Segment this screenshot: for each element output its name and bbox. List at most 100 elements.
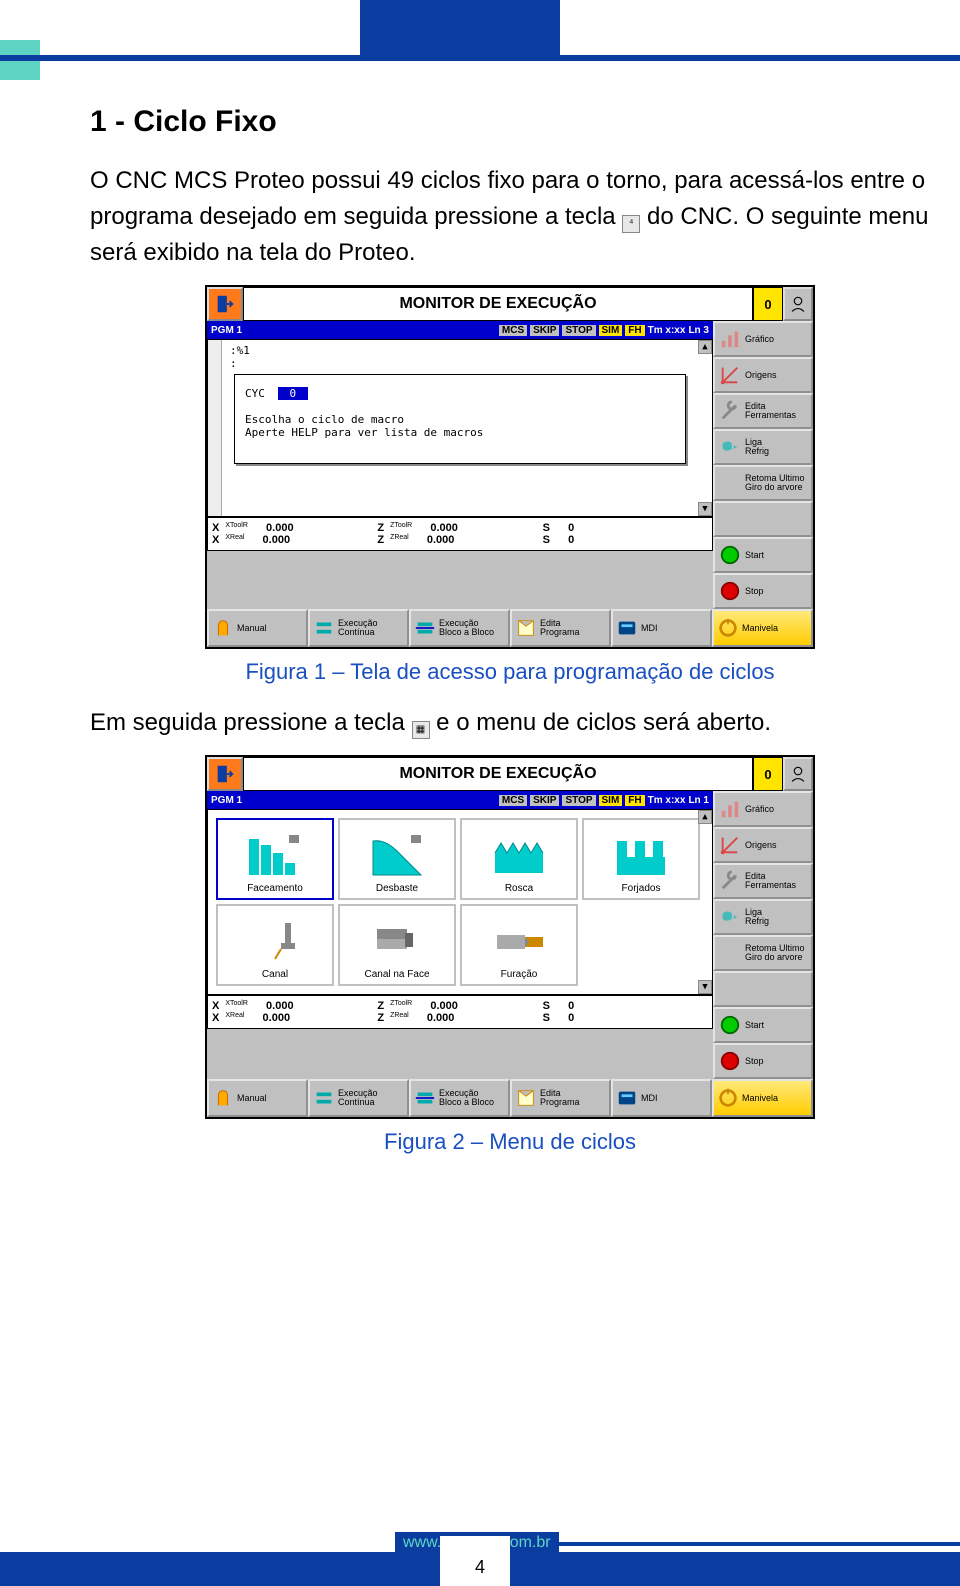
cyc-dialog: CYC 0 Escolha o ciclo de macro Aperte HE… [234,374,686,464]
grafico-icon [719,798,741,820]
scroll-up-icon[interactable]: ▲ [698,340,712,354]
side-button-origens[interactable]: Origens [713,357,813,393]
edita-ferramentas-icon [719,400,741,422]
page-header-decoration [0,0,960,95]
manivela-icon [717,1087,739,1109]
status-bar: PGM 1 MCS SKIP STOP SIM FH Tm x:xx Ln 1 [207,791,713,809]
desbaste-icon [367,833,427,879]
bottom-button-mdi[interactable]: MDI [611,609,712,647]
coordinates-readout: XXToolR 0.000 XXReal 0.000 ZZToolR 0.000… [207,517,713,551]
cycle-button-desbaste[interactable]: Desbaste [338,818,456,900]
edita-programa-icon [515,1087,537,1109]
exec-continua-icon [313,1087,335,1109]
side-button-stop[interactable]: Stop [713,573,813,609]
side-button-origens[interactable]: Origens [713,827,813,863]
mdi-icon [616,617,638,639]
alarm-count: 0 [753,757,783,791]
operator-icon [783,287,813,321]
side-button-stop[interactable]: Stop [713,1043,813,1079]
edita-ferramentas-icon [719,870,741,892]
liga-refrig-icon [719,906,741,928]
cycle-button-rosca[interactable]: Rosca [460,818,578,900]
page-footer-decoration: www.mcseng.com.br 4 [0,1516,960,1586]
bottom-button-exec-continua[interactable]: ExecuçãoContínua [308,609,409,647]
side-button-blank [713,501,813,537]
furacao-icon [489,919,549,965]
start-icon [719,544,741,566]
manivela-icon [717,617,739,639]
manual-icon [212,617,234,639]
blank-icon [719,978,741,1000]
bottom-button-edita-programa[interactable]: EditaPrograma [510,1079,611,1117]
side-button-liga-refrig[interactable]: LigaRefrig [713,899,813,935]
key-icon-f4: ⁴ [622,215,640,233]
bottom-button-manual[interactable]: Manual [207,1079,308,1117]
bottom-button-exec-bloco[interactable]: ExecuçãoBloco a Bloco [409,609,510,647]
side-button-retoma[interactable]: Retoma UltimoGiro do arvore [713,465,813,501]
right-toolbar: GráficoOrigensEditaFerramentasLigaRefrig… [713,791,813,1079]
canal-face-icon [367,919,427,965]
cnc-screenshot-2: MONITOR DE EXECUÇÃO 0 PGM 1 MCS SKIP STO… [205,755,815,1119]
page-number: 4 [0,1557,960,1578]
stop-icon [719,1050,741,1072]
manual-icon [212,1087,234,1109]
side-button-start[interactable]: Start [713,1007,813,1043]
bottom-button-exec-continua[interactable]: ExecuçãoContínua [308,1079,409,1117]
scroll-down-icon[interactable]: ▼ [698,502,712,516]
cycle-button-forjados[interactable]: Forjados [582,818,700,900]
cycle-button-canal-face[interactable]: Canal na Face [338,904,456,986]
bottom-button-manual[interactable]: Manual [207,609,308,647]
operator-icon [783,757,813,791]
exec-continua-icon [313,617,335,639]
forjados-icon [611,833,671,879]
cyc-input[interactable]: 0 [278,387,309,400]
origens-icon [719,834,741,856]
retoma-icon [719,472,741,494]
bottom-button-manivela[interactable]: Manivela [712,1079,813,1117]
exit-button[interactable] [207,287,243,321]
bottom-button-edita-programa[interactable]: EditaPrograma [510,609,611,647]
figure-caption-2: Figura 2 – Menu de ciclos [90,1129,930,1155]
alarm-count: 0 [753,287,783,321]
stop-icon [719,580,741,602]
side-button-edita-ferramentas[interactable]: EditaFerramentas [713,863,813,899]
rosca-icon [489,833,549,879]
figure-caption-1: Figura 1 – Tela de acesso para programaç… [90,659,930,685]
program-editor[interactable]: ▲ ▼ :%1 : CYC 0 Escolha o ciclo de macro… [207,339,713,517]
cycle-menu: ▲ ▼ FaceamentoDesbasteRoscaForjados Canal… [207,809,713,995]
side-button-blank [713,971,813,1007]
side-button-retoma[interactable]: Retoma UltimoGiro do arvore [713,935,813,971]
exec-bloco-icon [414,1087,436,1109]
side-button-start[interactable]: Start [713,537,813,573]
liga-refrig-icon [719,436,741,458]
side-button-edita-ferramentas[interactable]: EditaFerramentas [713,393,813,429]
paragraph-2: Em seguida pressione a tecla ▦ e o menu … [90,705,930,741]
bottom-button-mdi[interactable]: MDI [611,1079,712,1117]
status-bar: PGM 1 MCS SKIP STOP SIM FH Tm x:xx Ln 3 [207,321,713,339]
coordinates-readout: XXToolR 0.000 XXReal 0.000 ZZToolR 0.000… [207,995,713,1029]
bottom-button-manivela[interactable]: Manivela [712,609,813,647]
right-toolbar: GráficoOrigensEditaFerramentasLigaRefrig… [713,321,813,609]
origens-icon [719,364,741,386]
bottom-toolbar: ManualExecuçãoContínuaExecuçãoBloco a Bl… [207,609,813,647]
mdi-icon [616,1087,638,1109]
faceamento-icon [245,833,305,879]
section-heading: 1 - Ciclo Fixo [90,105,930,139]
exit-button[interactable] [207,757,243,791]
scroll-up-icon[interactable]: ▲ [698,810,712,824]
cycle-button-faceamento[interactable]: Faceamento [216,818,334,900]
bottom-button-exec-bloco[interactable]: ExecuçãoBloco a Bloco [409,1079,510,1117]
scroll-down-icon[interactable]: ▼ [698,980,712,994]
side-button-liga-refrig[interactable]: LigaRefrig [713,429,813,465]
grafico-icon [719,328,741,350]
side-button-grafico[interactable]: Gráfico [713,791,813,827]
start-icon [719,1014,741,1036]
canal-icon [245,919,305,965]
cycle-button-canal[interactable]: Canal [216,904,334,986]
exec-bloco-icon [414,617,436,639]
cycle-button-furacao[interactable]: Furação [460,904,578,986]
title-bar: MONITOR DE EXECUÇÃO [243,287,753,321]
retoma-icon [719,942,741,964]
side-button-grafico[interactable]: Gráfico [713,321,813,357]
cnc-screenshot-1: MONITOR DE EXECUÇÃO 0 PGM 1 MCS SKIP STO… [205,285,815,649]
